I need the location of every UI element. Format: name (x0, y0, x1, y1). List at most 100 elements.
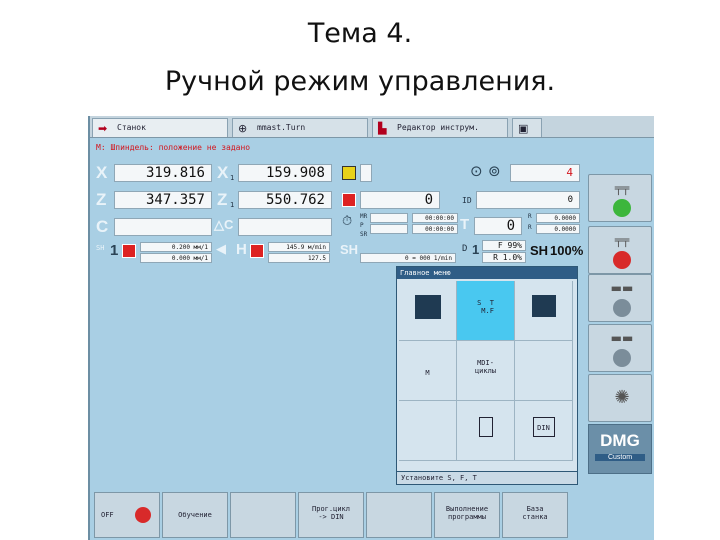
menu-cell-tool[interactable] (515, 281, 573, 341)
z1-axis-label: Z (217, 190, 228, 209)
off-switch-icon (135, 507, 151, 523)
menu-cell-label: S T M.F (477, 299, 494, 315)
softkey-3[interactable] (230, 492, 296, 538)
menu-cell-empty1[interactable] (515, 341, 573, 401)
slide-title: Тема 4. (307, 18, 413, 49)
r-label-1: R (528, 213, 532, 220)
tab-label: Станок (117, 123, 146, 132)
tab-label: mmast.Turn (257, 123, 306, 132)
timer1: 00:00:00 (412, 213, 458, 223)
softkey-label-2: программы (448, 513, 486, 521)
delta-c-value (238, 218, 332, 236)
timer2: 00:00:00 (412, 224, 458, 234)
menu-cell-empty2[interactable] (399, 401, 457, 461)
tailstock-button[interactable]: ▬▬ (588, 324, 652, 372)
red-button-icon (613, 251, 631, 269)
timer-icon: ⏱ (342, 214, 353, 229)
slide-subtitle: Ручной режим управления. (164, 66, 556, 97)
spindle-speed: 0 = 000 1/min (360, 253, 456, 263)
softkey-label-2: станка (522, 513, 548, 521)
sh-right-label: SH (340, 242, 359, 257)
menu-cell-mdi[interactable]: MDI- циклы (457, 341, 515, 401)
mr-label: MR (360, 213, 368, 220)
c-value (114, 218, 212, 236)
turning-icon (414, 295, 441, 319)
z1-index: 1 (230, 201, 235, 209)
f-override: F 99% (482, 240, 526, 251)
menu-cell-label: MDI- циклы (474, 359, 497, 375)
sh-override-label: SH (530, 243, 549, 258)
sr-label: SR (360, 231, 368, 238)
sh-index: 1 (110, 242, 119, 259)
softkey-label: Прог.цикл (312, 505, 350, 513)
menu-title: Главное меню (397, 267, 577, 279)
r-label-2: R (528, 224, 532, 231)
machine-base-softkey[interactable]: База станка (502, 492, 568, 538)
coolant-off-button[interactable]: ╤╤ (588, 226, 652, 274)
h-red-icon (250, 244, 264, 258)
chuck-icon: ▬▬ (610, 281, 634, 295)
delta-c-label: △C (214, 217, 234, 232)
r-override: R 1.0% (482, 252, 526, 263)
coolant-on-button[interactable]: ╤╤ (588, 174, 652, 222)
teach-softkey[interactable]: Обучение (162, 492, 228, 538)
tab-tool-editor[interactable]: ▙ Редактор инструм. (372, 118, 508, 137)
spindle-red-icon (122, 244, 136, 258)
feed1: 0.200 мм/1 (140, 242, 212, 252)
id-label: ID (462, 196, 472, 205)
z1-value: 550.762 (238, 191, 332, 209)
r1-value: 0.0000 (536, 213, 580, 223)
tool-icon (531, 295, 556, 317)
mr-box (370, 213, 408, 223)
x1-value: 159.908 (238, 164, 332, 182)
tab-label: Редактор инструм. (397, 123, 479, 132)
menu-cell-turning[interactable] (399, 281, 457, 341)
arrow-icon: ➡ (98, 122, 108, 135)
tailstock-icon: ▬▬ (610, 331, 634, 345)
x1-axis-label: X (217, 163, 229, 182)
program-icon: ⊕ (238, 122, 248, 135)
alarm-message: M: Шпиндель: положение не задано (96, 143, 251, 152)
chuck-button[interactable]: ▬▬ (588, 274, 652, 322)
h-feed2: 127.5 (268, 253, 330, 263)
program-status-icon (342, 166, 356, 180)
softkey-5[interactable] (366, 492, 432, 538)
dmg-logo: DMG Custom (588, 424, 652, 474)
tab-program[interactable]: ⊕ mmast.Turn (232, 118, 368, 137)
softkey-label: База (526, 505, 544, 513)
menu-cell-m[interactable]: M (399, 341, 457, 401)
dmg-sub: Custom (595, 454, 645, 461)
menu-cell-program[interactable] (457, 401, 515, 461)
z-value: 347.357 (114, 191, 212, 209)
d-label: D (462, 244, 468, 254)
program-list-icon (478, 417, 493, 437)
tool-red-icon (342, 193, 356, 207)
off-softkey[interactable]: OFF (94, 492, 160, 538)
spindle-indicator: 4 (510, 164, 580, 182)
p-box (370, 224, 408, 234)
tab-save[interactable]: ▣ (512, 118, 542, 137)
light-button[interactable]: ✺ (588, 374, 652, 422)
h-feed1: 145.9 м/min (268, 242, 330, 252)
sh-label: SH (96, 244, 105, 252)
grey-button-icon (613, 299, 631, 317)
chuck-status-icon: ⊚ (488, 162, 501, 180)
tab-machine[interactable]: ➡ Станок (92, 118, 228, 137)
spindle-icon: ⊙ (470, 162, 483, 180)
p-label: P (360, 222, 364, 229)
cnc-screen: ➡ Станок ⊕ mmast.Turn ▙ Редактор инструм… (88, 116, 654, 540)
z-axis-label: Z (96, 190, 107, 209)
cycle-din-softkey[interactable]: Прог.цикл -> DIN (298, 492, 364, 538)
menu-cell-din[interactable]: DIN (515, 401, 573, 461)
light-icon: ✺ (614, 387, 630, 408)
feed2: 0.000 мм/1 (140, 253, 212, 263)
x-value: 319.816 (114, 164, 212, 182)
softkey-label: Выполнение (445, 505, 489, 513)
x-axis-label: X (96, 163, 108, 182)
t-value: 0 (474, 217, 522, 235)
menu-cell-sft[interactable]: S T M.F (457, 281, 515, 341)
softkey-label: Обучение (178, 511, 212, 519)
run-program-softkey[interactable]: Выполнение программы (434, 492, 500, 538)
coolant-off-icon: ╤╤ (614, 233, 630, 247)
tool-editor-icon: ▙ (378, 122, 387, 135)
